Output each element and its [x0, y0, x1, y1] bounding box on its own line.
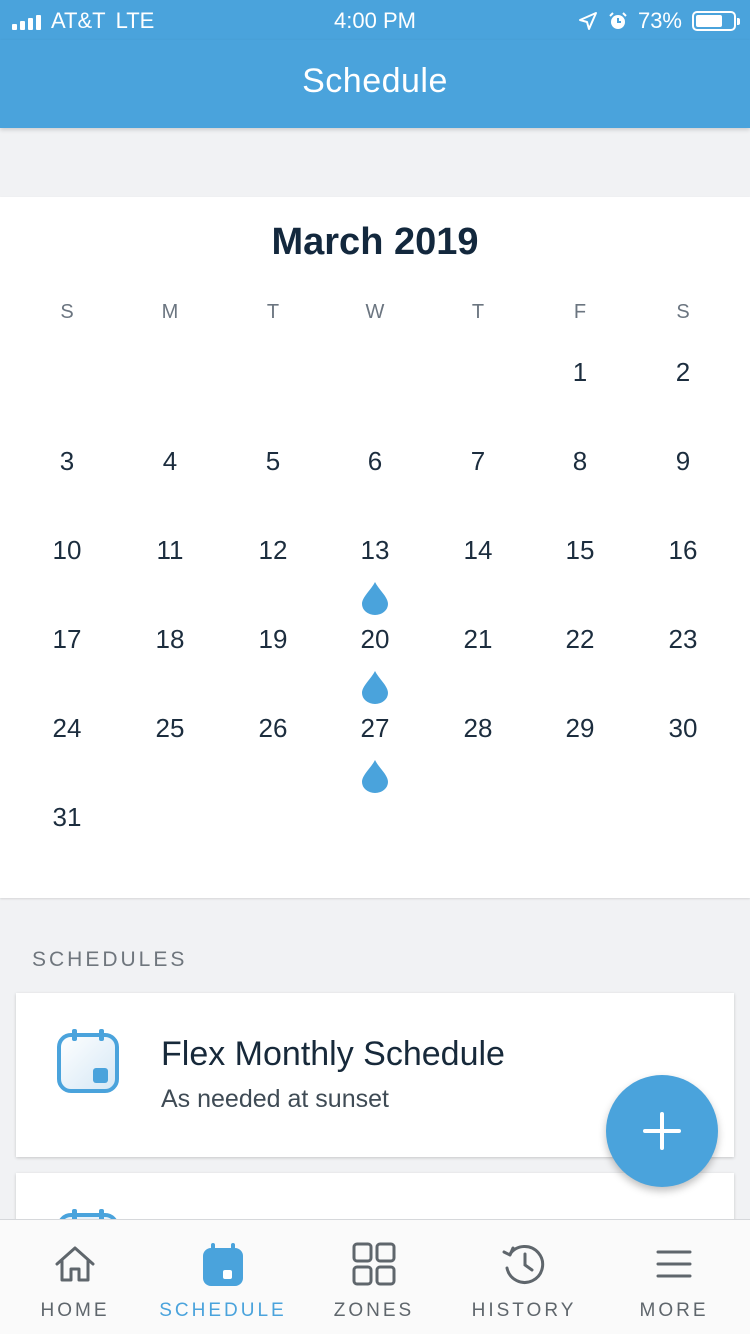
- calendar-day[interactable]: 8: [540, 446, 620, 477]
- calendar-day[interactable]: 6: [335, 446, 415, 477]
- calendar-month-title: March 2019: [271, 221, 479, 263]
- calendar-icon: [57, 1029, 119, 1093]
- page-title: Schedule: [302, 62, 448, 100]
- battery-percent: 73%: [637, 8, 682, 33]
- calendar-day[interactable]: 21: [438, 624, 518, 655]
- tab-label: SCHEDULE: [159, 1300, 287, 1321]
- home-icon: [55, 1246, 95, 1282]
- weekday-label: F: [573, 301, 587, 323]
- weekday-label: S: [676, 301, 690, 323]
- tab-label: HOME: [40, 1300, 110, 1321]
- water-drop-icon: [362, 582, 388, 615]
- add-schedule-button[interactable]: [606, 1075, 718, 1187]
- tab-more[interactable]: MORE: [599, 1220, 749, 1334]
- calendar-day[interactable]: 17: [27, 624, 107, 655]
- history-icon: [502, 1244, 545, 1284]
- calendar-day[interactable]: 19: [233, 624, 313, 655]
- weekday-label: S: [60, 301, 74, 323]
- weekday-label: T: [471, 301, 485, 323]
- calendar-day[interactable]: 22: [540, 624, 620, 655]
- calendar-day[interactable]: 10: [27, 535, 107, 566]
- tab-bar: HOME SCHEDULE ZONES HISTORY MORE: [0, 1219, 750, 1334]
- calendar-day[interactable]: 7: [438, 446, 518, 477]
- menu-icon: [656, 1250, 692, 1278]
- alarm-icon: [609, 12, 627, 29]
- tab-label: ZONES: [333, 1300, 415, 1321]
- calendar-day[interactable]: 11: [130, 535, 210, 566]
- calendar-day[interactable]: 31: [27, 802, 107, 833]
- nav-bar: Schedule: [0, 40, 750, 128]
- plus-icon: [643, 1112, 681, 1150]
- calendar-day[interactable]: 30: [643, 713, 723, 744]
- tab-label: HISTORY: [471, 1300, 577, 1321]
- battery-icon: [692, 11, 740, 31]
- water-drop-icon: [362, 760, 388, 793]
- schedules-section-label: SCHEDULES: [32, 948, 188, 971]
- calendar-day[interactable]: 27: [335, 713, 415, 744]
- calendar-icon: [203, 1243, 243, 1286]
- location-arrow-icon: [578, 12, 597, 30]
- calendar-day[interactable]: 9: [643, 446, 723, 477]
- calendar-day[interactable]: 5: [233, 446, 313, 477]
- calendar-day[interactable]: 26: [233, 713, 313, 744]
- tab-home[interactable]: HOME: [0, 1220, 150, 1334]
- water-drop-icon: [362, 671, 388, 704]
- calendar-day[interactable]: 25: [130, 713, 210, 744]
- grid-icon: [352, 1242, 396, 1286]
- tab-schedule[interactable]: SCHEDULE: [148, 1220, 298, 1334]
- calendar: March 2019 SMTWTFS 1 2 3 4 5 6 7 8 9 10 11 12 13 14 15…: [0, 197, 750, 898]
- tab-zones[interactable]: ZONES: [299, 1220, 449, 1334]
- calendar-day[interactable]: 14: [438, 535, 518, 566]
- weekday-label: W: [365, 301, 385, 323]
- calendar-day[interactable]: 13: [335, 535, 415, 566]
- calendar-day[interactable]: 29: [540, 713, 620, 744]
- calendar-day[interactable]: 23: [643, 624, 723, 655]
- calendar-day[interactable]: 20: [335, 624, 415, 655]
- tab-history[interactable]: HISTORY: [449, 1220, 599, 1334]
- calendar-day[interactable]: 1: [540, 357, 620, 388]
- schedule-name: Flex Monthly Schedule: [161, 1035, 505, 1073]
- weekday-label: T: [266, 301, 280, 323]
- calendar-day[interactable]: 28: [438, 713, 518, 744]
- calendar-day[interactable]: 24: [27, 713, 107, 744]
- calendar-day[interactable]: 2: [643, 357, 723, 388]
- calendar-day[interactable]: 4: [130, 446, 210, 477]
- status-bar: AT&T LTE 4:00 PM 73%: [0, 0, 750, 40]
- weekday-label: M: [161, 301, 179, 323]
- battery-fill: [696, 15, 723, 27]
- calendar-day[interactable]: 15: [540, 535, 620, 566]
- status-right: 73%: [578, 8, 740, 34]
- calendar-day[interactable]: 12: [233, 535, 313, 566]
- calendar-day[interactable]: 16: [643, 535, 723, 566]
- calendar-day[interactable]: 18: [130, 624, 210, 655]
- calendar-day[interactable]: 3: [27, 446, 107, 477]
- tab-label: MORE: [639, 1300, 709, 1321]
- schedule-subtitle: As needed at sunset: [161, 1085, 389, 1113]
